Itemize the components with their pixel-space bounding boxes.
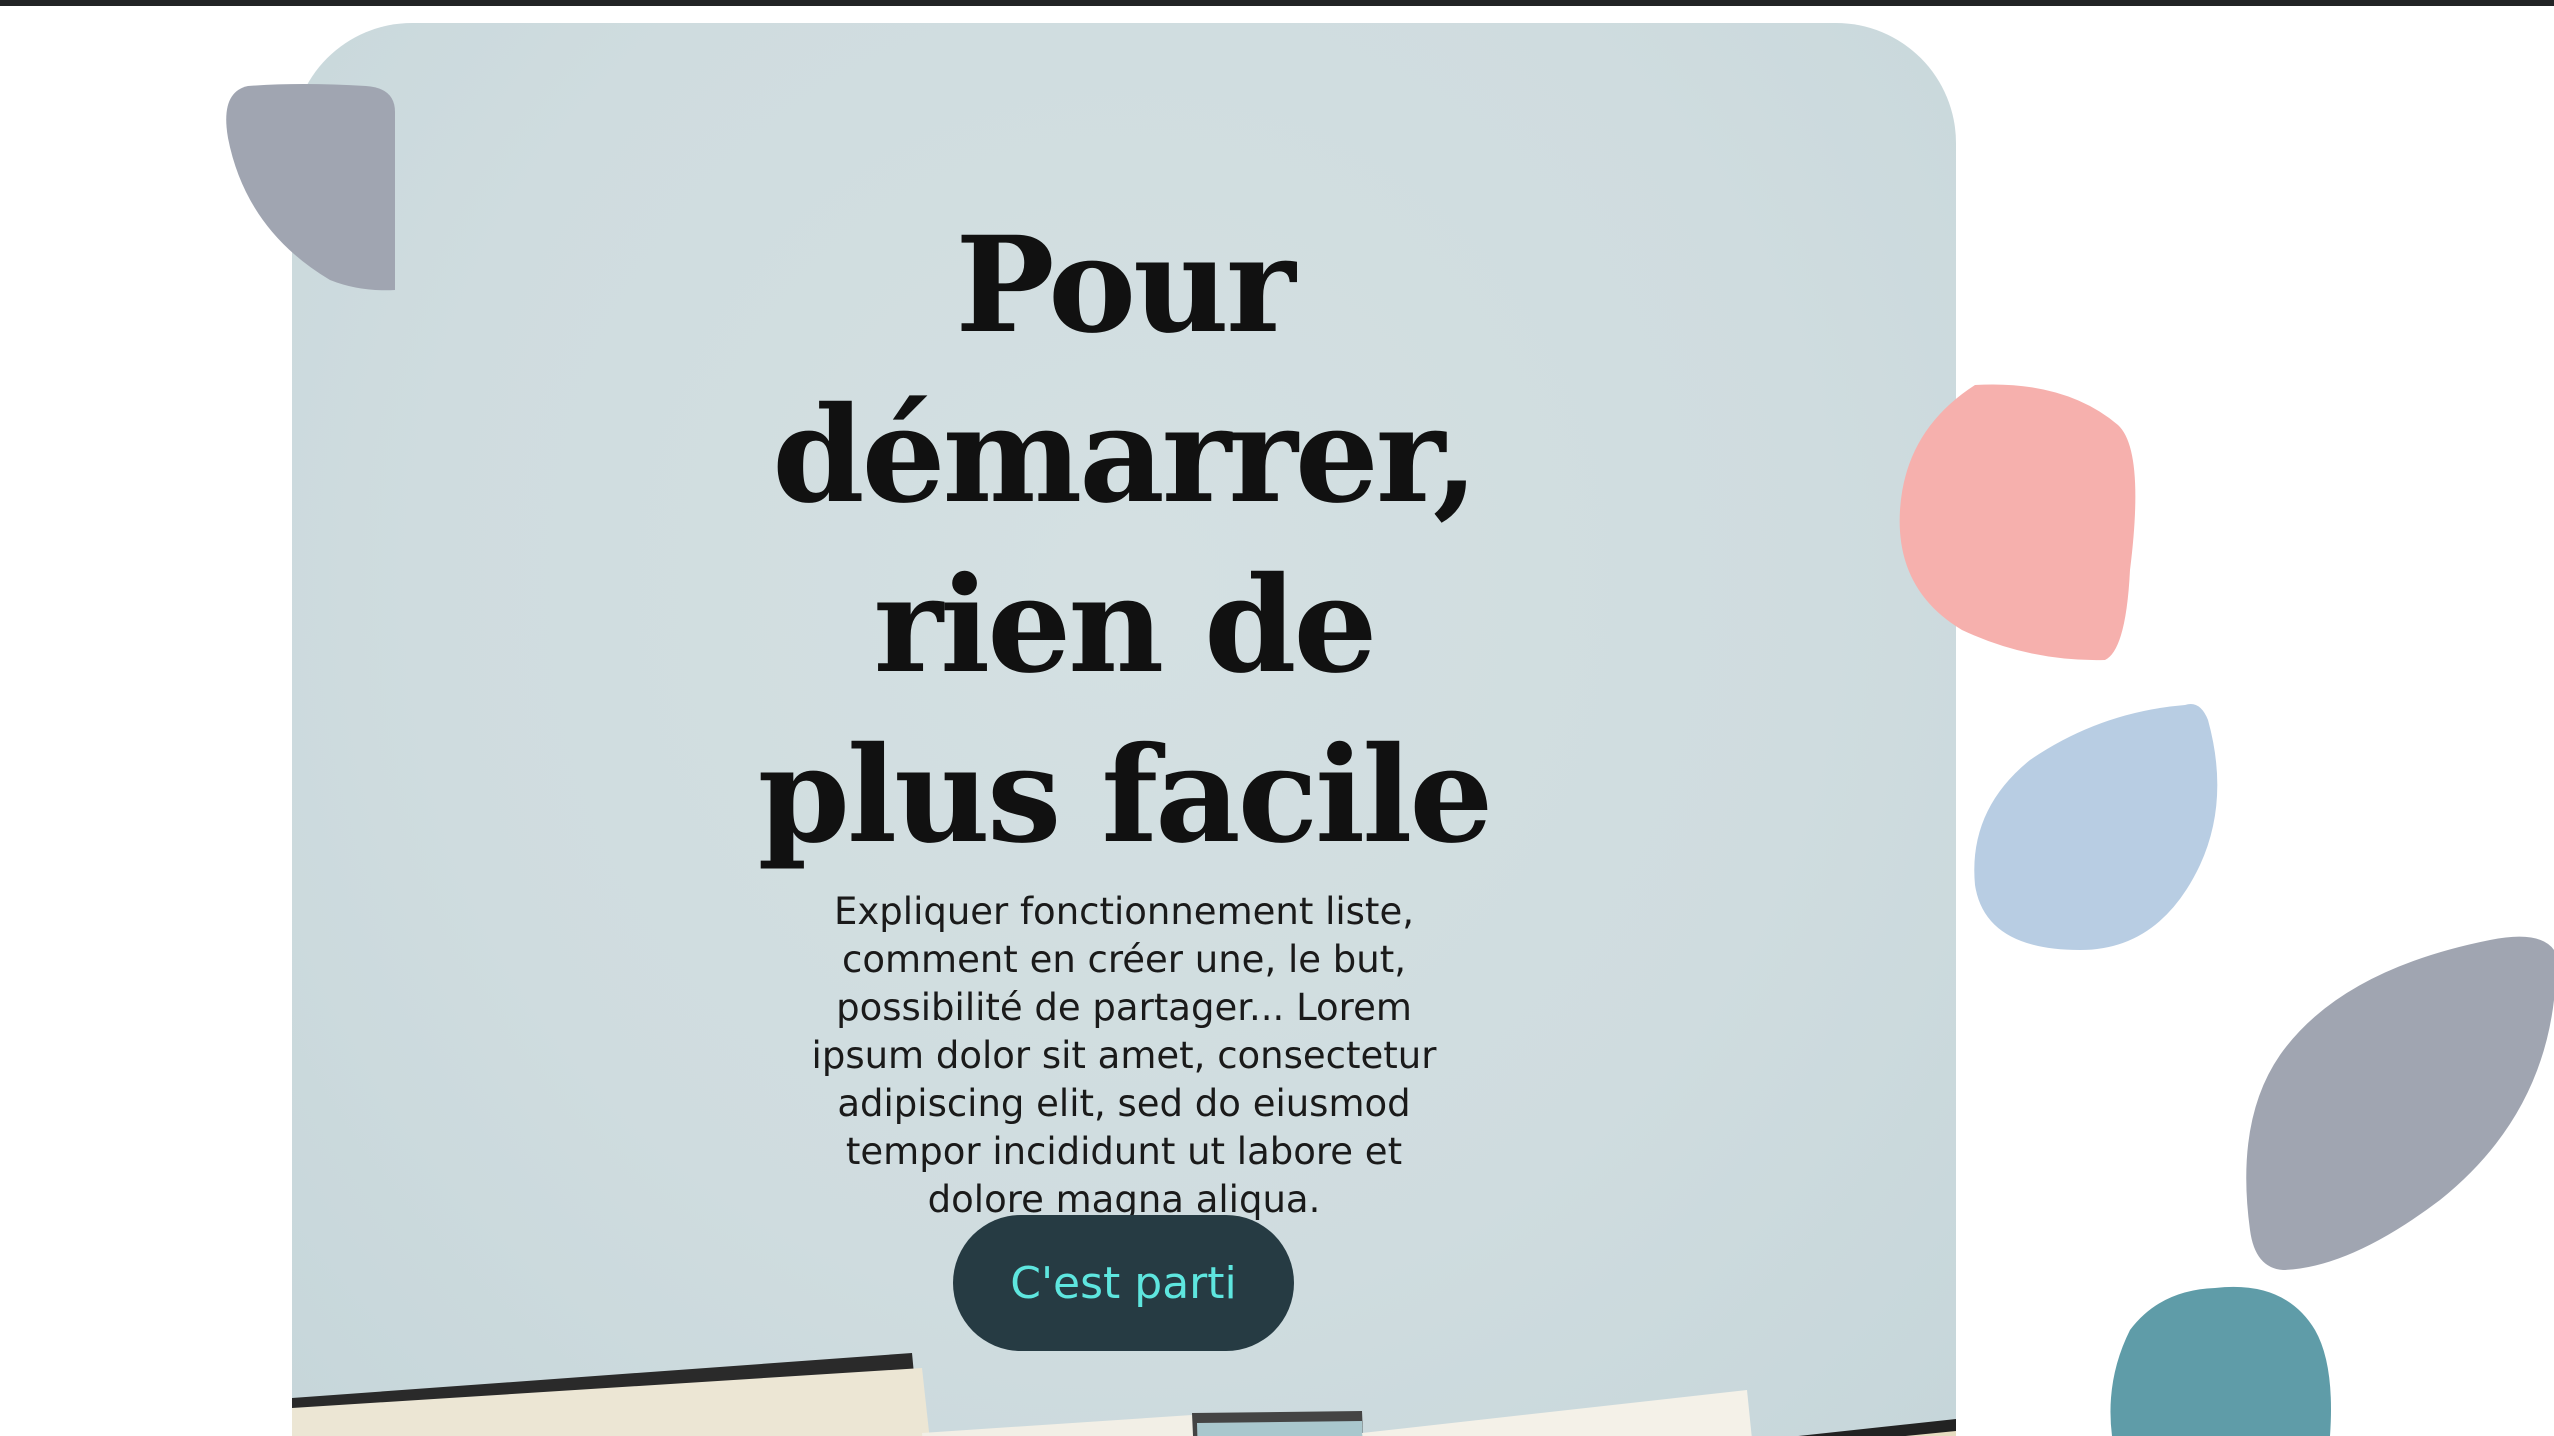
- hero-title: Pour démarrer, rien de plus facile: [292, 201, 1956, 881]
- hero-title-line: plus facile: [757, 718, 1494, 874]
- hero-title-line: Pour: [955, 208, 1295, 364]
- hero-title-line: démarrer,: [772, 378, 1478, 534]
- teal-petal: [2110, 1286, 2331, 1436]
- books-photo: [292, 1353, 1956, 1436]
- hero-card: Pour démarrer, rien de plus facile Expli…: [292, 23, 1956, 1436]
- blue-petal: [1974, 704, 2218, 950]
- gray-petal-right: [2246, 936, 2554, 1270]
- browser-top-bar: [0, 0, 2554, 6]
- hero-description: Expliquer fonctionnement liste, comment …: [811, 890, 1437, 1221]
- hero-title-line: rien de: [873, 548, 1378, 704]
